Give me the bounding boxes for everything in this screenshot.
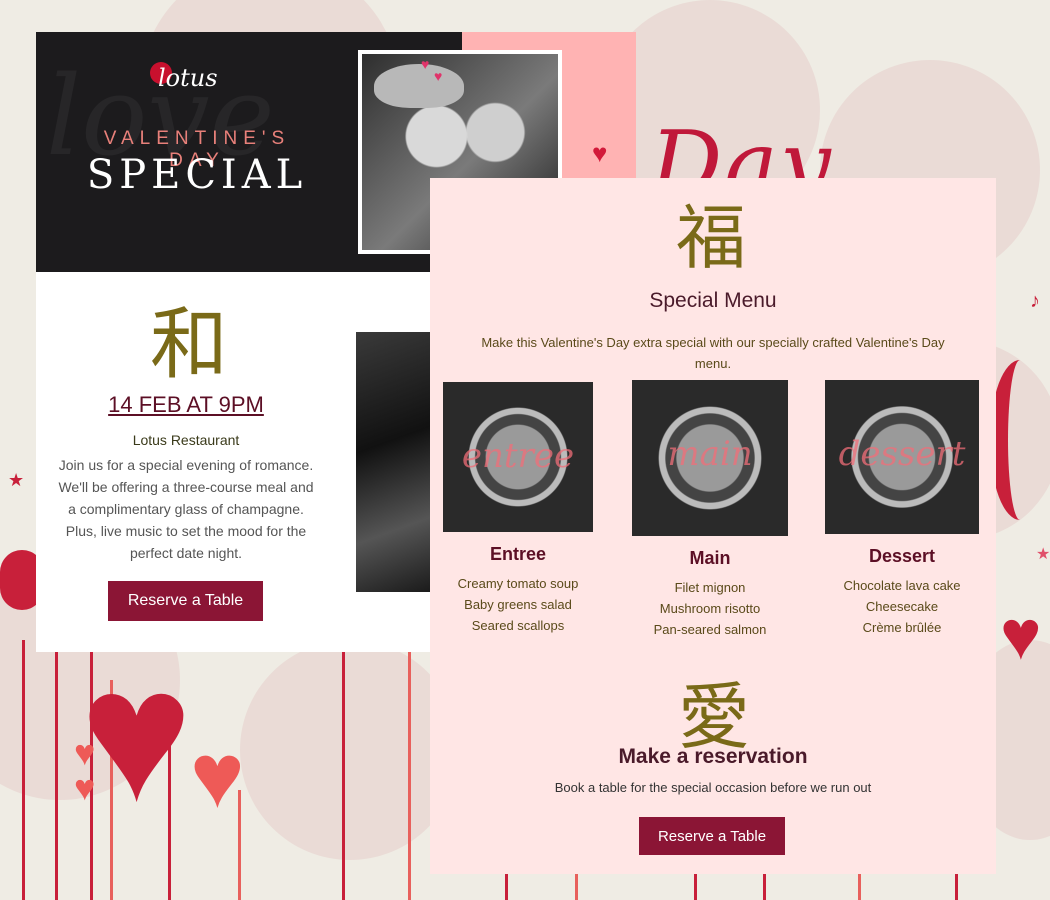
heart-icon: ♥	[190, 725, 245, 827]
course-name: Dessert	[868, 546, 936, 566]
hat-shape	[374, 64, 464, 108]
menu-intro: Make this Valentine's Day extra special …	[481, 335, 945, 371]
dessert-photo: dessert	[825, 380, 979, 534]
course-main: main Main Filet mignon Mushroom risotto …	[632, 380, 788, 640]
event-description: Join us for a special evening of romance…	[58, 457, 314, 561]
heart-icon: ♥	[592, 138, 608, 168]
menu-item: Baby greens salad	[464, 597, 572, 612]
menu-item: Filet mignon	[674, 580, 746, 595]
heart-icon: ♥	[421, 56, 430, 72]
course-dessert: dessert Dessert Chocolate lava cake Chee…	[824, 380, 980, 638]
heart-icon: ♥	[74, 767, 96, 808]
kanji-harmony: 和	[150, 300, 229, 390]
course-items: Creamy tomato soup Baby greens salad Sea…	[440, 573, 596, 636]
menu-title: Special Menu	[649, 289, 777, 312]
star-icon: ★	[1036, 546, 1050, 563]
entree-photo: entree	[443, 382, 593, 532]
hero-title: SPECIAL	[86, 152, 308, 198]
main-photo: main	[632, 380, 788, 536]
main-overlay-text: main	[667, 434, 753, 474]
menu-item: Crème brûlée	[862, 620, 942, 635]
reservation-title: Make a reservation	[618, 745, 808, 768]
reserve-table-button[interactable]: Reserve a Table	[639, 817, 785, 855]
floral-decoration	[990, 360, 1050, 520]
menu-item: Cheesecake	[865, 599, 939, 614]
course-name: Main	[689, 548, 731, 568]
reservation-description: Book a table for the special occasion be…	[554, 780, 872, 795]
menu-item: Seared scallops	[471, 618, 565, 633]
venue-name: Lotus Restaurant	[132, 432, 240, 448]
kanji-fortune: 福	[676, 197, 746, 279]
event-date: 14 FEB AT 9PM	[108, 392, 264, 417]
heart-icon: ♥	[80, 629, 193, 841]
course-entree: entree Entree Creamy tomato soup Baby gr…	[440, 382, 596, 636]
logo-text: lotus	[158, 64, 218, 92]
course-items: Filet mignon Mushroom risotto Pan-seared…	[632, 577, 788, 640]
heart-icon: ♥	[74, 732, 96, 773]
heart-icon: ♥	[434, 68, 443, 84]
entree-overlay-text: entree	[461, 436, 575, 476]
reserve-table-button[interactable]: Reserve a Table	[108, 581, 263, 621]
menu-email-card: 福 Special Menu Make this Valentine's Day…	[430, 178, 996, 874]
menu-item: Pan-seared salmon	[653, 622, 767, 637]
course-items: Chocolate lava cake Cheesecake Crème brû…	[824, 575, 980, 638]
heart-icon: ♥	[1000, 596, 1042, 674]
star-icon: ★	[8, 470, 25, 490]
menu-item: Creamy tomato soup	[457, 576, 579, 591]
music-note-icon: ♪	[1030, 290, 1040, 312]
dessert-overlay-text: dessert	[838, 434, 966, 474]
course-name: Entree	[489, 544, 547, 564]
menu-item: Mushroom risotto	[659, 601, 761, 616]
menu-item: Chocolate lava cake	[843, 578, 961, 593]
lotus-logo: lotus	[150, 60, 270, 100]
